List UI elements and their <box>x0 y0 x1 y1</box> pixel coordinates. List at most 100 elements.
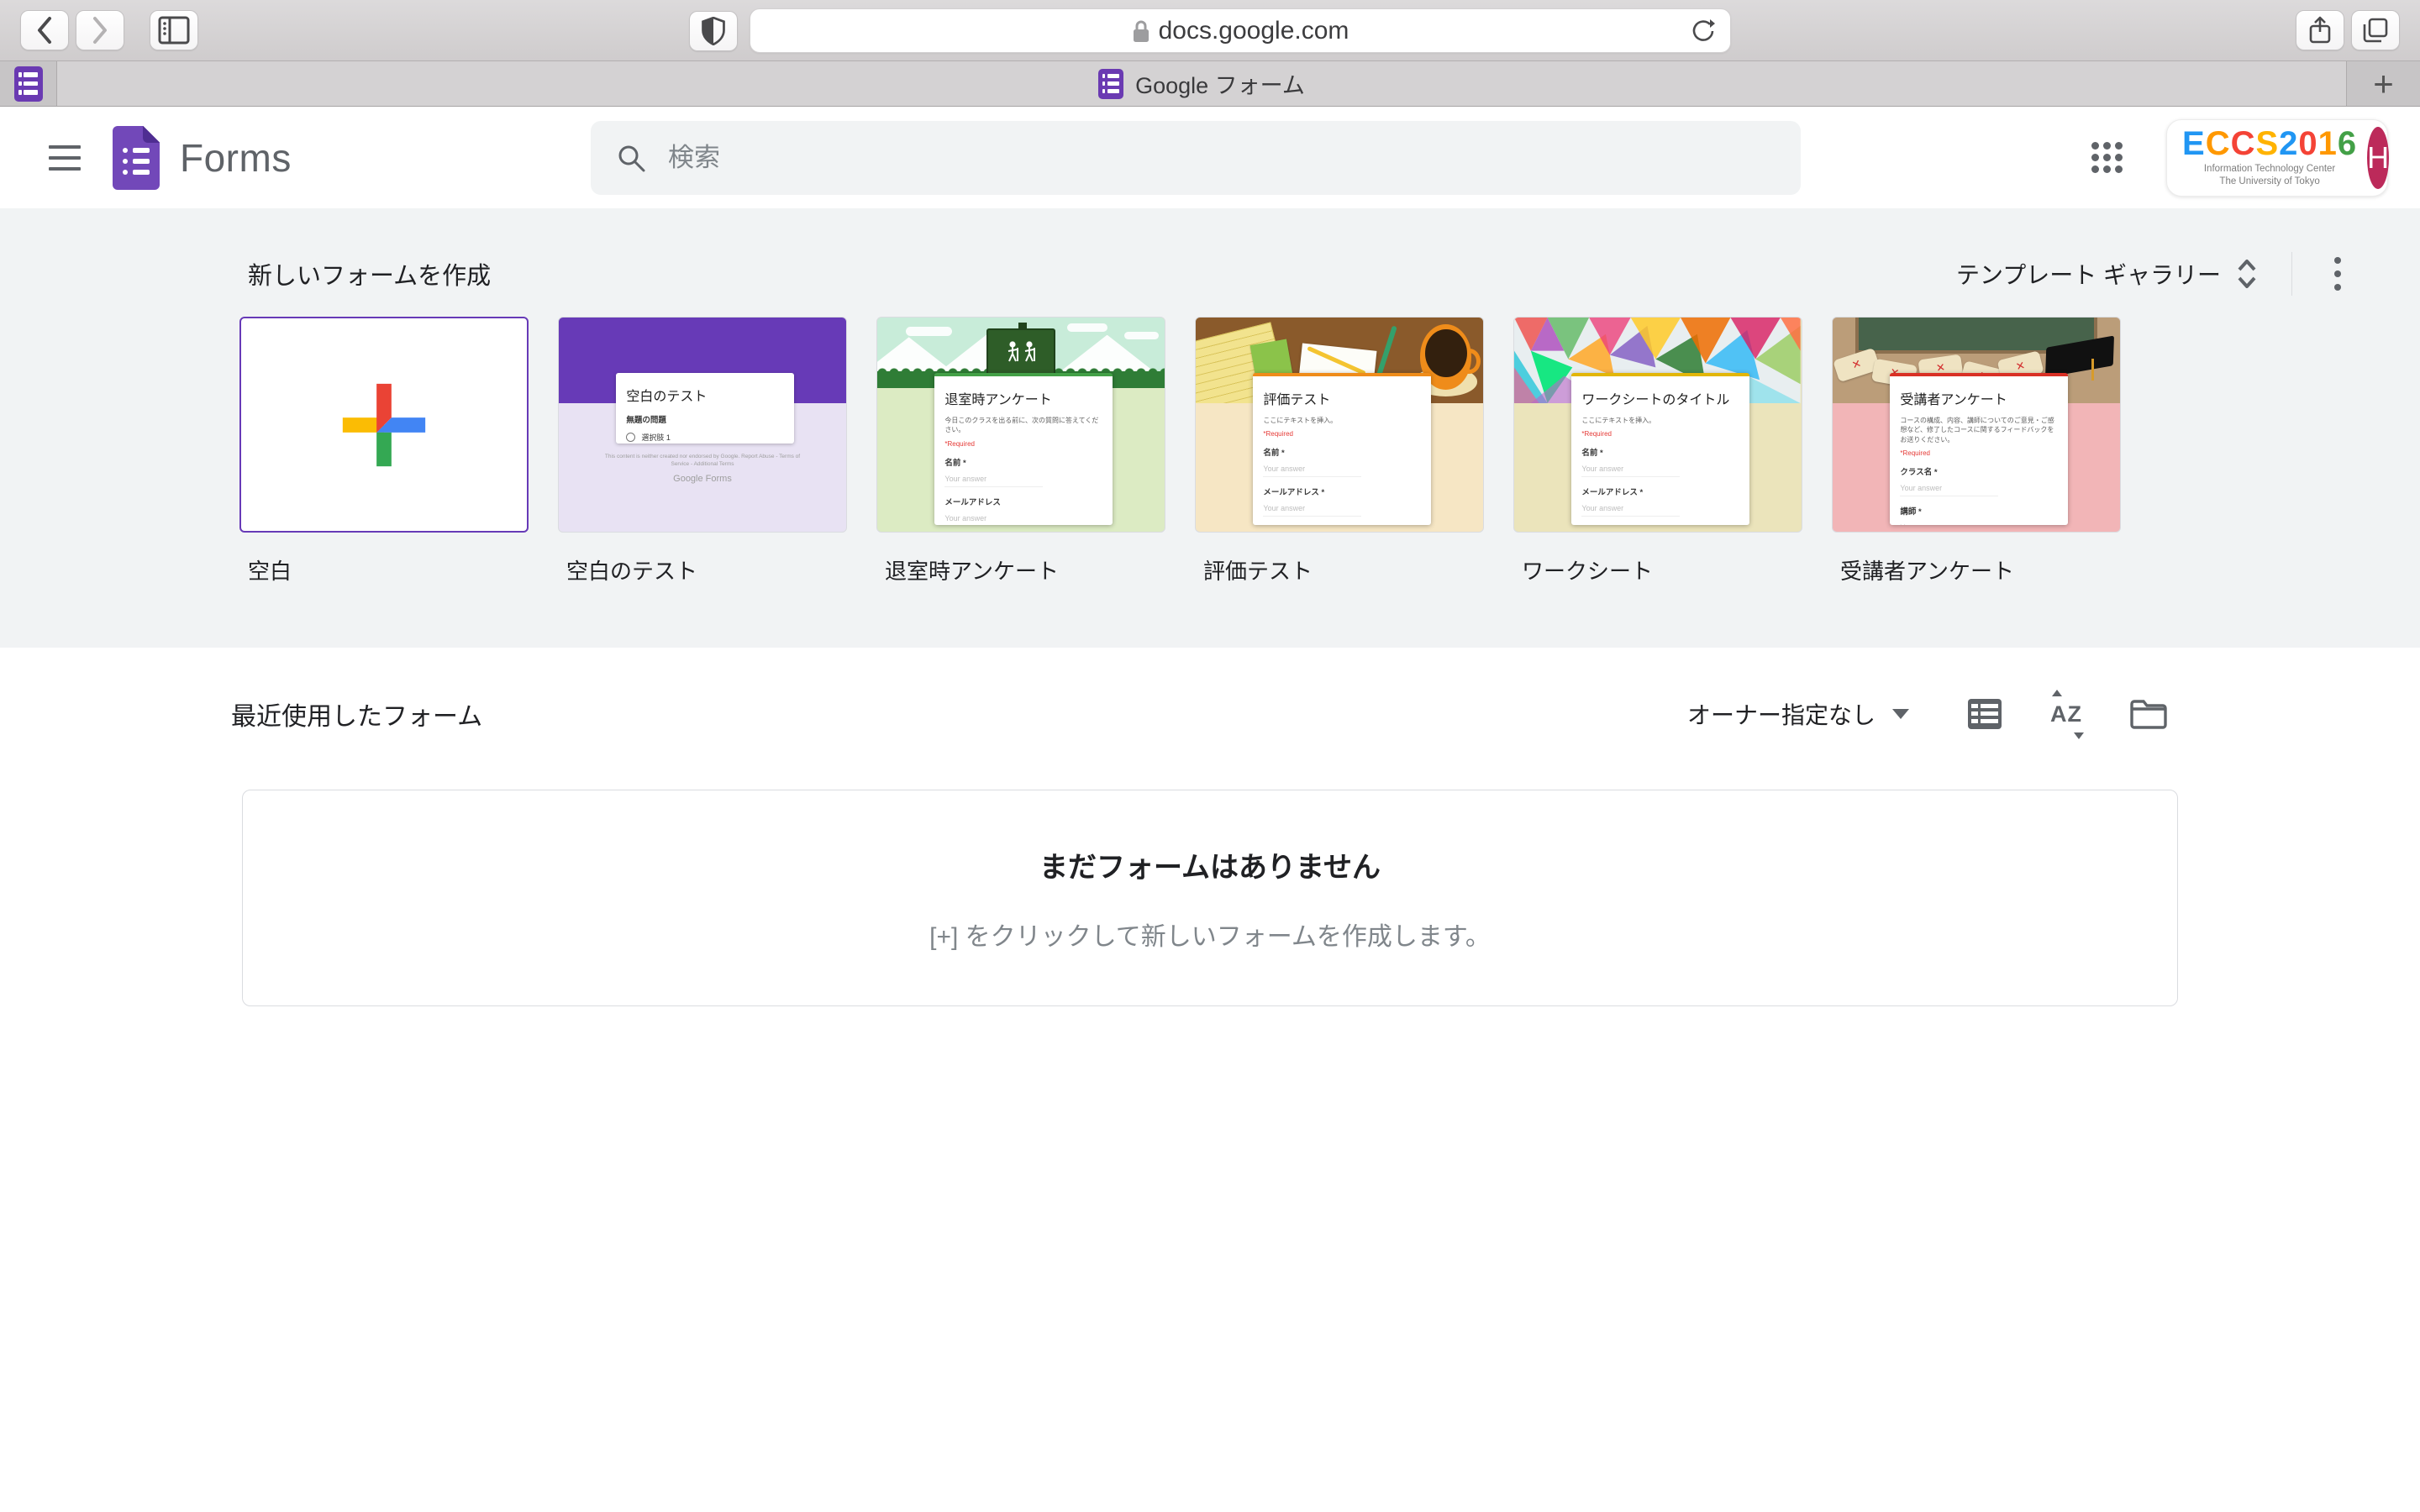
recent-section-title: 最近使用したフォーム <box>231 696 482 732</box>
mini-form-title: 退室時アンケート <box>944 388 1102 408</box>
mini-field-label: メールアドレス * <box>1581 486 1739 497</box>
org-brand-text: ECCS2016 <box>2182 127 2357 160</box>
mini-answer: Your answer <box>1900 523 1998 526</box>
tab-bar: Google フォーム + <box>0 61 2420 107</box>
template-thumb-blank <box>239 317 529 533</box>
google-apps-button[interactable] <box>2079 130 2134 186</box>
more-options-button[interactable] <box>2314 250 2361 297</box>
mini-field-label: クラス名 * <box>1900 465 2058 477</box>
template-thumb-quiz: 空白のテスト 無題の問題 選択肢 1 This content is neith… <box>558 317 847 533</box>
sidebar-icon <box>158 16 190 45</box>
template-card-blank-quiz[interactable]: 空白のテスト 無題の問題 選択肢 1 This content is neith… <box>558 317 847 585</box>
hikers-sign-icon <box>986 328 1055 375</box>
template-card-blank[interactable]: 空白 <box>239 317 529 585</box>
tab-title: Google フォーム <box>1135 67 1305 100</box>
mini-desc: ここにテキストを挿入。 <box>1263 416 1421 425</box>
mini-form-title: ワークシートのタイトル <box>1581 388 1739 408</box>
url-text: docs.google.com <box>1159 17 1349 45</box>
mini-required: *Required <box>1900 449 2058 457</box>
template-thumb-assessment: 評価テスト ここにテキストを挿入。 *Required 名前 * Your an… <box>1195 317 1484 533</box>
account-card[interactable]: ECCS2016 Information Technology Center T… <box>2166 119 2388 197</box>
share-button[interactable] <box>2296 10 2344 50</box>
mini-desc: コースの構成、内容、講師についてのご意見・ご感想など、修了したコースに関するフィ… <box>1900 416 2058 444</box>
search-box[interactable] <box>591 121 1801 195</box>
template-gallery-button[interactable]: テンプレート ギャラリー <box>1944 249 2270 299</box>
empty-state-card: まだフォームはありません [+] をクリックして新しいフォームを作成します。 <box>242 790 2178 1006</box>
main-menu-button[interactable] <box>35 129 94 187</box>
back-icon <box>35 16 54 45</box>
mini-form-title: 受講者アンケート <box>1900 388 2058 408</box>
template-card-exit-survey[interactable]: 退室時アンケート 今日このクラスを出る前に、次の質問に答えてください。 *Req… <box>876 317 1165 585</box>
mini-required: *Required <box>944 440 1102 448</box>
unfold-icon <box>2236 258 2258 290</box>
sidebar-toggle-button[interactable] <box>150 10 198 50</box>
template-label: 空白のテスト <box>566 554 847 585</box>
app-name: Forms <box>180 135 292 181</box>
template-section: 新しいフォームを作成 テンプレート ギャラリー <box>0 208 2420 648</box>
pinned-tab-forms[interactable] <box>0 61 57 106</box>
owner-filter-dropdown[interactable]: オーナー指定なし <box>1677 689 1919 739</box>
template-label: 評価テスト <box>1203 554 1484 585</box>
template-cards-row: 空白 空白のテスト 無題の問題 選択肢 1 This content is ne… <box>239 317 2121 585</box>
org-sub1: Information Technology Center <box>2182 163 2357 176</box>
mini-form-title: 空白のテスト <box>626 385 784 405</box>
new-tab-button[interactable]: + <box>2346 61 2420 106</box>
reload-button[interactable] <box>1690 18 1717 45</box>
empty-state-subtitle: [+] をクリックして新しいフォームを作成します。 <box>929 916 1491 953</box>
mini-desc: ここにテキストを挿入。 <box>1581 416 1739 425</box>
privacy-shield-button[interactable] <box>689 11 738 51</box>
template-label: 空白 <box>248 554 529 585</box>
mini-answer: Your answer <box>944 475 1043 487</box>
avatar[interactable]: H <box>2367 127 2389 189</box>
back-button[interactable] <box>20 10 69 50</box>
mini-disclaimer: This content is neither created nor endo… <box>599 453 806 470</box>
sort-button[interactable]: AZ <box>2047 696 2086 732</box>
mini-field-label: メールアドレス * <box>1263 486 1421 497</box>
forms-tab-icon <box>1098 69 1123 99</box>
search-input[interactable] <box>668 143 1776 173</box>
template-card-worksheet[interactable]: ワークシートのタイトル ここにテキストを挿入。 *Required 名前 * Y… <box>1513 317 1802 585</box>
forms-logo[interactable] <box>113 126 160 190</box>
template-label: ワークシート <box>1522 554 1802 585</box>
new-tab-plus: + <box>2373 64 2394 104</box>
mini-field-label: メールアドレス <box>944 496 1102 507</box>
template-thumb-course: 受講者アンケート コースの構成、内容、講師についてのご意見・ご感想など、修了した… <box>1832 317 2121 533</box>
shield-icon <box>702 17 725 45</box>
mini-answer: Your answer <box>1263 504 1361 517</box>
share-icon <box>2307 15 2333 45</box>
open-file-picker-button[interactable] <box>2129 698 2168 730</box>
forward-button[interactable] <box>76 10 124 50</box>
org-sub2: The University of Tokyo <box>2182 176 2357 188</box>
divider <box>2291 252 2292 296</box>
template-card-assessment[interactable]: 評価テスト ここにテキストを挿入。 *Required 名前 * Your an… <box>1195 317 1484 585</box>
tabs-icon <box>2361 16 2390 45</box>
active-tab[interactable]: Google フォーム <box>57 61 2346 106</box>
address-bar[interactable]: docs.google.com <box>750 8 1731 53</box>
sort-desc-icon <box>2074 732 2084 739</box>
forward-icon <box>91 16 109 45</box>
template-label: 受講者アンケート <box>1840 554 2121 585</box>
folder-icon <box>2129 698 2168 730</box>
mini-field-label: 名前 * <box>1263 446 1421 458</box>
mini-answer: Your answer <box>1581 465 1680 477</box>
template-thumb-exit: 退室時アンケート 今日このクラスを出る前に、次の質問に答えてください。 *Req… <box>876 317 1165 533</box>
browser-toolbar: docs.google.com <box>0 0 2420 61</box>
mini-question: 無題の問題 <box>626 413 784 425</box>
mini-field-label: 名前 * <box>944 456 1102 468</box>
tab-overview-button[interactable] <box>2351 10 2400 50</box>
mini-form-title: 評価テスト <box>1263 388 1421 408</box>
recent-forms-section: 最近使用したフォーム オーナー指定なし AZ <box>0 648 2420 1006</box>
mini-answer: Your answer <box>1263 465 1361 477</box>
mini-desc: 今日このクラスを出る前に、次の質問に答えてください。 <box>944 416 1102 434</box>
lock-icon <box>1132 18 1150 44</box>
mini-required: *Required <box>1263 430 1421 438</box>
org-logo: ECCS2016 Information Technology Center T… <box>2182 127 2357 188</box>
template-section-title: 新しいフォームを作成 <box>248 256 491 291</box>
template-label: 退室時アンケート <box>885 554 1165 585</box>
mini-brand: Google Forms <box>559 474 846 484</box>
mini-field-label: 名前 * <box>1581 446 1739 458</box>
list-view-button[interactable] <box>1966 697 2003 731</box>
mini-answer: Your answer <box>1900 484 1998 496</box>
list-view-icon <box>1966 697 2003 731</box>
template-card-course-survey[interactable]: 受講者アンケート コースの構成、内容、講師についてのご意見・ご感想など、修了した… <box>1832 317 2121 585</box>
